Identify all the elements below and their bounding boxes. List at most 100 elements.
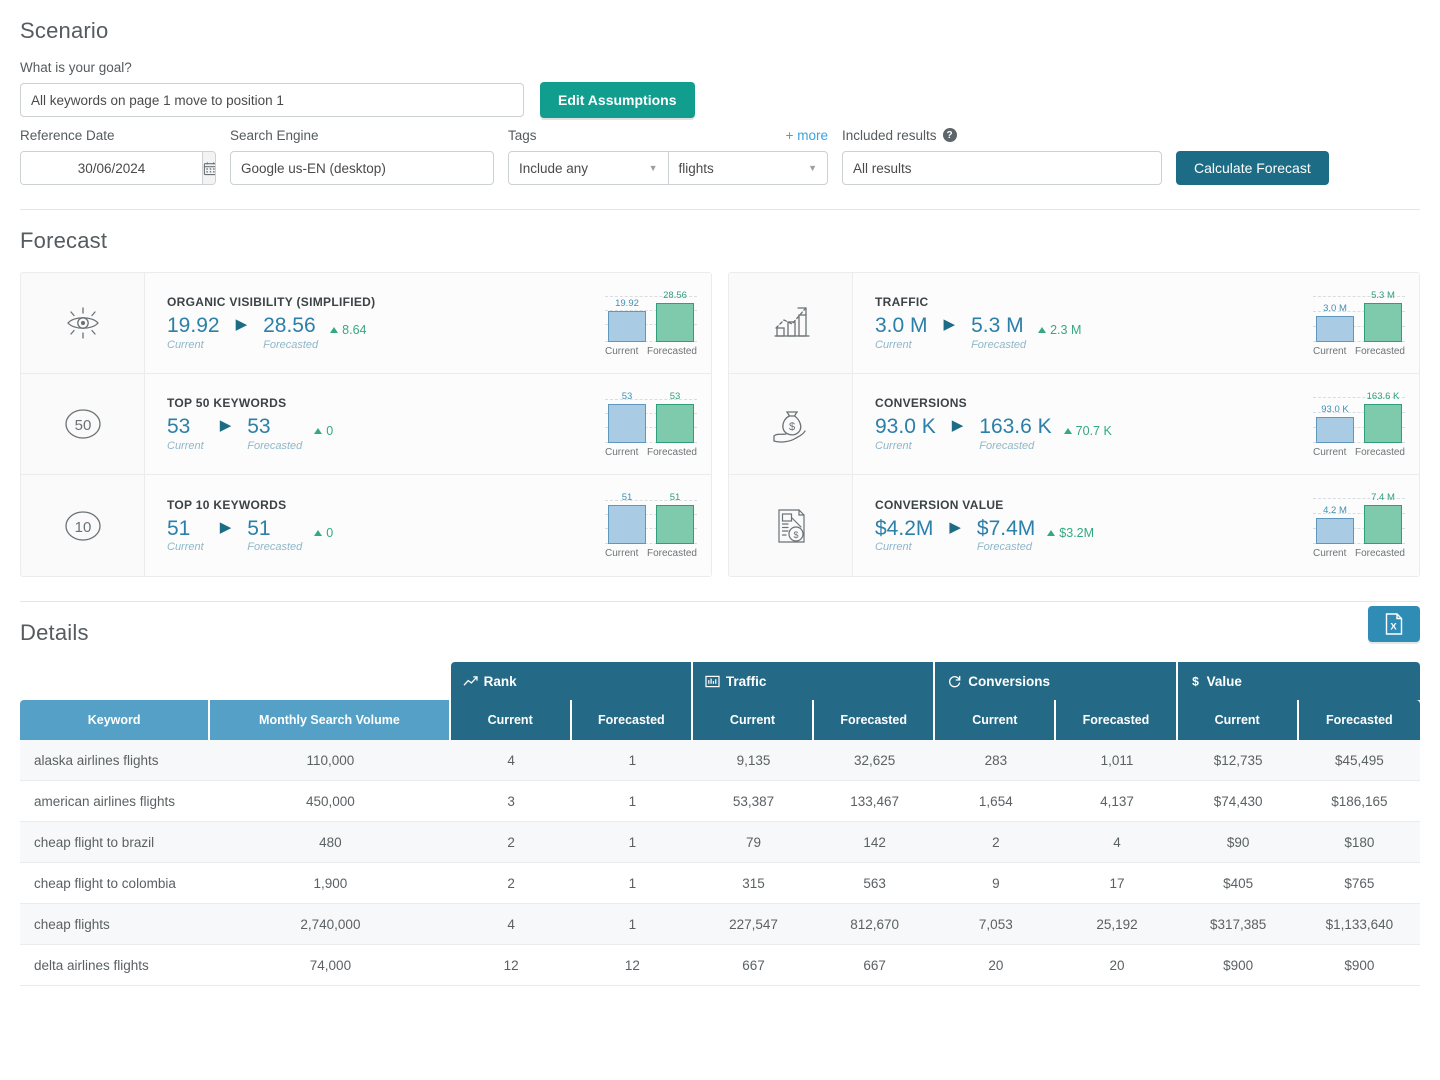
forecast-left-column: ORGANIC VISIBILITY (SIMPLIFIED) 19.92 Cu… [20,272,712,577]
cell-rank-forecasted: 1 [571,781,693,822]
metric-title: CONVERSION VALUE [875,497,1004,512]
group-header-value-label: Value [1206,673,1242,689]
cell-value-forecasted: $1,133,640 [1298,904,1420,945]
forecast-value-block: $7.4M Forecasted [977,517,1035,553]
table-row[interactable]: delta airlines flights 74,000 12 12 667 … [20,945,1420,986]
col-header-conversions-forecasted[interactable]: Forecasted [1056,700,1178,740]
reference-date-input[interactable] [21,152,202,184]
bars: 19.92 28.56 [605,290,697,342]
col-header-value-current[interactable]: Current [1177,700,1299,740]
delta-block: 8.64 [330,323,366,337]
excel-export-icon[interactable]: X [1368,606,1420,642]
tags-control-group: Include any ▼ flights ▼ [508,151,828,185]
forecast-caption: Forecasted [247,439,303,452]
group-header-traffic-label: Traffic [725,673,767,689]
cell-volume: 110,000 [210,740,451,781]
arrow-right-icon: ▶ [219,518,232,536]
col-header-rank-current[interactable]: Current [450,700,572,740]
bar-current-cell: 4.2 M [1316,492,1354,544]
bar-forecast-label: 51 [669,492,681,503]
group-header-traffic: Traffic [692,662,936,700]
arrow-right-icon: ▶ [949,518,961,536]
tags-field: Tags + more Include any ▼ flights ▼ [508,126,828,185]
bar-current [1316,416,1354,443]
forecast-value: 51 [247,516,271,540]
cell-conversions-forecasted: 1,011 [1056,740,1178,781]
triangle-up-icon [1038,327,1047,334]
forecast-title: Forecast [20,228,108,253]
calculate-forecast-button[interactable]: Calculate Forecast [1176,151,1329,185]
table-row[interactable]: cheap flight to brazil 480 2 1 79 142 2 … [20,822,1420,863]
forecast-card-conversions: $ CONVERSIONS 93.0 K Current ▶ 163.6 K F… [729,374,1419,475]
goal-select[interactable]: All keywords on page 1 move to position … [20,83,524,117]
group-header-conversions-label: Conversions [968,673,1051,689]
current-value-block: 19.92 Current [167,315,220,351]
more-tags-link[interactable]: + more [786,128,828,143]
group-header-blank [20,662,451,700]
card-body: TOP 50 KEYWORDS 53 Current ▶ 53 Forecast… [145,374,711,474]
col-header-traffic-forecasted[interactable]: Forecasted [814,700,936,740]
col-header-keyword[interactable]: Keyword [20,700,211,740]
cell-keyword: american airlines flights [20,781,211,822]
metric-values: 53 Current ▶ 53 Forecasted 0 [167,416,605,452]
svg-text:10: 10 [74,519,91,536]
cell-traffic-current: 667 [692,945,815,986]
edit-assumptions-button[interactable]: Edit Assumptions [540,82,695,118]
included-results-select-wrap: All results [842,151,1162,185]
forecast-value: 28.56 [263,314,316,338]
tag-value: flights [678,160,714,176]
included-results-select[interactable]: All results [842,151,1162,185]
tag-mode-dropdown[interactable]: Include any ▼ [509,152,668,184]
triangle-up-icon [1047,529,1056,536]
bar-current-cell: 93.0 K [1316,391,1354,443]
question-mark-icon[interactable]: ? [942,128,957,142]
metric-title: CONVERSIONS [875,396,967,411]
cell-traffic-forecasted: 142 [814,822,936,863]
col-header-monthly-search-volume[interactable]: Monthly Search Volume [210,700,451,740]
current-caption: Current [167,541,204,554]
table-row[interactable]: cheap flight to colombia 1,900 2 1 315 5… [20,863,1420,904]
metric-block: TRAFFIC 3.0 M Current ▶ 5.3 M Forecasted [875,295,1313,350]
col-header-value-forecasted[interactable]: Forecasted [1298,700,1420,740]
table-row[interactable]: cheap flights 2,740,000 4 1 227,547 812,… [20,904,1420,945]
cell-keyword: cheap flights [20,904,211,945]
chevron-down-icon: ▼ [808,163,817,173]
delta-value: 0 [326,424,334,439]
cell-conversions-current: 9 [935,863,1057,904]
axis-label-current: Current [1313,548,1347,559]
reference-date-input-group[interactable] [20,151,216,185]
delta-block: 0 [314,424,333,438]
included-results-header: Included results ? [842,126,1162,144]
col-header-rank-forecasted[interactable]: Forecasted [571,700,693,740]
cell-conversions-current: 2 [935,822,1057,863]
mini-bar-chart: 93.0 K 163.6 K Current Forecasted [1313,391,1405,458]
triangle-up-icon [314,428,323,435]
cell-value-forecasted: $900 [1298,945,1420,986]
table-row[interactable]: american airlines flights 450,000 3 1 53… [20,781,1420,822]
search-engine-label: Search Engine [230,127,319,143]
col-header-traffic-current[interactable]: Current [692,700,815,740]
arrow-right-icon: ▶ [943,316,956,334]
calendar-icon[interactable] [202,152,215,184]
cell-rank-forecasted: 1 [571,904,693,945]
bar-current-label: 3.0 M [1323,302,1347,314]
cell-keyword: cheap flight to colombia [20,863,211,904]
cell-conversions-forecasted: 4 [1056,822,1178,863]
bar-chart-icon [705,675,720,687]
cell-rank-forecasted: 1 [571,822,693,863]
triangle-up-icon [330,327,339,334]
delta-value: 2.3 M [1050,323,1082,338]
top-10-icon: 10 [21,475,145,576]
col-header-conversions-current[interactable]: Current [935,700,1057,740]
table-row[interactable]: alaska airlines flights 110,000 4 1 9,13… [20,740,1420,781]
cell-traffic-current: 315 [692,863,815,904]
invoice-dollar-icon: $ [729,475,853,576]
tag-value-dropdown[interactable]: flights ▼ [667,152,828,184]
svg-text:50: 50 [74,417,91,434]
current-caption: Current [875,439,912,452]
group-header-row: Rank Traffic Conversions $ Value [20,662,1420,700]
axis-label-current: Current [605,548,639,559]
group-header-rank-label: Rank [483,673,517,689]
search-engine-select[interactable]: Google us-EN (desktop) [230,151,494,185]
current-caption: Current [167,439,204,452]
